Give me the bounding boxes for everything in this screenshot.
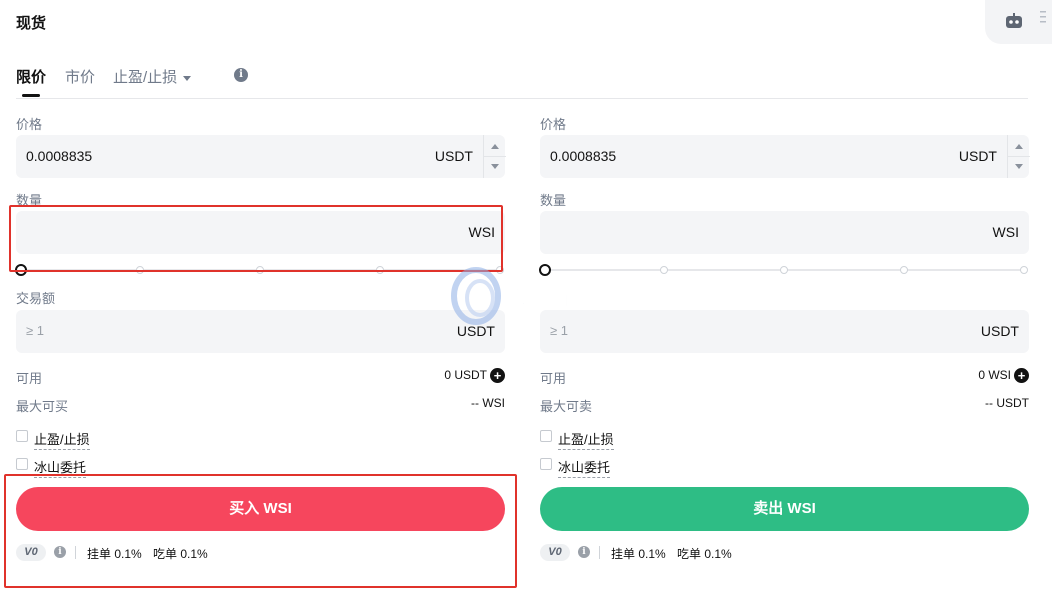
sell-amount-slider[interactable]: [539, 264, 1029, 276]
stepper-divider: [484, 156, 506, 157]
sell-price-input[interactable]: 0.0008835 USDT: [540, 135, 1030, 178]
buy-iceberg-checkbox[interactable]: 冰山委托: [16, 457, 216, 478]
sell-max-label: 最大可卖: [540, 399, 593, 414]
sell-max-value: -- USDT: [985, 396, 1029, 410]
vip-level-badge[interactable]: V0: [540, 544, 570, 561]
buy-total-label: 交易额: [16, 291, 56, 306]
stepper-divider: [1008, 156, 1030, 157]
sell-price-value: 0.0008835: [550, 148, 617, 164]
slider-step-25[interactable]: [660, 266, 668, 274]
sell-amount-input[interactable]: WSI: [540, 211, 1029, 254]
plus-circle-icon[interactable]: +: [490, 368, 505, 383]
buy-price-label: 价格: [16, 117, 43, 132]
fee-divider: [599, 546, 600, 559]
sell-panel: 价格 0.0008835 USDT 数量 WSI ≥ 1 USDT 可用 0 W…: [539, 0, 1030, 591]
sell-price-unit: USDT: [958, 148, 997, 164]
sell-amount-unit: WSI: [992, 224, 1019, 240]
highlight-box-amount: [9, 205, 503, 272]
sell-total-input[interactable]: ≥ 1 USDT: [540, 310, 1029, 353]
highlight-box-buy: [4, 474, 517, 588]
buy-available-value: 0 USDT: [444, 368, 487, 382]
slider-step-75[interactable]: [900, 266, 908, 274]
watermark-text: 币圈子: [504, 285, 579, 313]
maker-fee: 挂单 0.1%: [611, 547, 666, 561]
buy-price-unit: USDT: [434, 148, 473, 164]
watermark: 币圈子: [450, 266, 610, 326]
buy-max-label: 最大可买: [16, 399, 69, 414]
sell-max-row: 最大可卖 -- USDT: [540, 396, 1029, 414]
sell-available-row: 可用 0 WSI +: [540, 368, 1029, 386]
checkbox-box[interactable]: [540, 430, 552, 442]
sell-amount-label: 数量: [540, 193, 567, 208]
sell-price-label: 价格: [540, 117, 567, 132]
fee-info-icon[interactable]: i: [578, 546, 590, 558]
sell-price-stepper[interactable]: [1007, 135, 1030, 178]
stepper-up-icon[interactable]: [1015, 144, 1023, 149]
buy-tpsl-checkbox[interactable]: 止盈/止损: [16, 429, 216, 450]
plus-circle-icon[interactable]: +: [1014, 368, 1029, 383]
buy-total-input[interactable]: ≥ 1 USDT: [16, 310, 505, 353]
buy-price-value: 0.0008835: [26, 148, 93, 164]
slider-step-50[interactable]: [780, 266, 788, 274]
buy-tpsl-label: 止盈/止损: [34, 429, 90, 450]
buy-max-value: -- WSI: [471, 396, 505, 410]
stepper-down-icon[interactable]: [1015, 164, 1023, 169]
checkbox-box[interactable]: [16, 458, 28, 470]
buy-max-row: 最大可买 -- WSI: [16, 396, 505, 414]
buy-price-stepper[interactable]: [483, 135, 506, 178]
drag-handle-icon[interactable]: [1040, 10, 1046, 24]
buy-available-row: 可用 0 USDT +: [16, 368, 505, 386]
slider-step-100[interactable]: [1020, 266, 1028, 274]
checkbox-box[interactable]: [540, 458, 552, 470]
sell-fee-row: V0 i 挂单 0.1% 吃单 0.1%: [540, 543, 1029, 563]
checkbox-box[interactable]: [16, 430, 28, 442]
sell-available-value: 0 WSI: [978, 368, 1011, 382]
stepper-down-icon[interactable]: [491, 164, 499, 169]
stepper-up-icon[interactable]: [491, 144, 499, 149]
buy-available-label: 可用: [16, 371, 43, 386]
sell-tpsl-label: 止盈/止损: [558, 429, 614, 450]
sell-tpsl-checkbox[interactable]: 止盈/止损: [540, 429, 740, 450]
sell-total-unit: USDT: [980, 323, 1019, 339]
sell-iceberg-label: 冰山委托: [558, 457, 611, 478]
buy-price-input[interactable]: 0.0008835 USDT: [16, 135, 506, 178]
taker-fee: 吃单 0.1%: [677, 547, 732, 561]
buy-total-placeholder: ≥ 1: [26, 323, 44, 338]
sell-button[interactable]: 卖出 WSI: [540, 487, 1029, 531]
sell-iceberg-checkbox[interactable]: 冰山委托: [540, 457, 740, 478]
watermark-logo-icon: [451, 267, 501, 325]
sell-available-label: 可用: [540, 371, 567, 386]
